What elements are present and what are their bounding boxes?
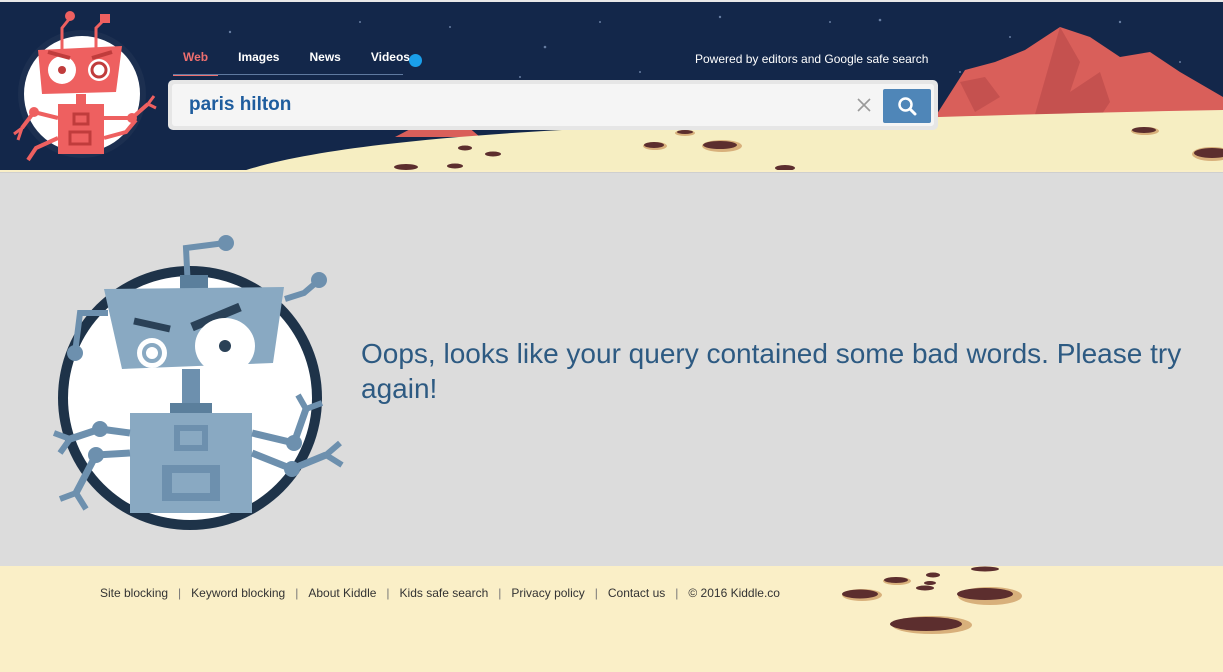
footer-link-privacy-policy[interactable]: Privacy policy xyxy=(511,586,584,600)
header: Web Images News Videos Powered by editor… xyxy=(0,0,1223,170)
search-icon xyxy=(898,97,917,116)
tab-web[interactable]: Web xyxy=(173,50,219,76)
footer-separator: | xyxy=(675,586,679,600)
bad-words-message: Oops, looks like your query contained so… xyxy=(361,338,1182,404)
search-input[interactable] xyxy=(172,84,852,126)
footer-separator: | xyxy=(295,586,299,600)
footer-link-about-kiddle[interactable]: About Kiddle xyxy=(308,586,376,600)
footer-separator: | xyxy=(498,586,502,600)
search-bar xyxy=(168,80,938,130)
footer-link-keyword-blocking[interactable]: Keyword blocking xyxy=(191,586,285,600)
footer-separator: | xyxy=(178,586,182,600)
footer-links: Site blocking | Keyword blocking | About… xyxy=(100,586,780,600)
footer-link-kids-safe-search[interactable]: Kids safe search xyxy=(400,586,489,600)
robot-illustration xyxy=(52,235,344,530)
footer-link-site-blocking[interactable]: Site blocking xyxy=(100,586,168,600)
footer-link-contact-us[interactable]: Contact us xyxy=(608,586,665,600)
tab-news[interactable]: News xyxy=(299,50,350,76)
kiddle-logo[interactable] xyxy=(4,8,164,170)
notification-dot xyxy=(409,54,422,67)
search-button[interactable] xyxy=(883,89,931,123)
copyright-text: © 2016 Kiddle.co xyxy=(688,586,780,600)
footer-separator: | xyxy=(594,586,598,600)
main-content: Oops, looks like your query contained so… xyxy=(0,172,1223,566)
powered-by-text: Powered by editors and Google safe searc… xyxy=(695,52,929,66)
tabs-divider xyxy=(173,74,403,75)
footer-craters xyxy=(842,566,1022,634)
search-type-tabs: Web Images News Videos xyxy=(173,50,430,76)
footer-separator: | xyxy=(386,586,390,600)
close-icon[interactable] xyxy=(855,96,873,114)
tab-images[interactable]: Images xyxy=(228,50,289,76)
search-field-wrapper xyxy=(172,84,934,126)
footer: Site blocking | Keyword blocking | About… xyxy=(0,566,1223,672)
